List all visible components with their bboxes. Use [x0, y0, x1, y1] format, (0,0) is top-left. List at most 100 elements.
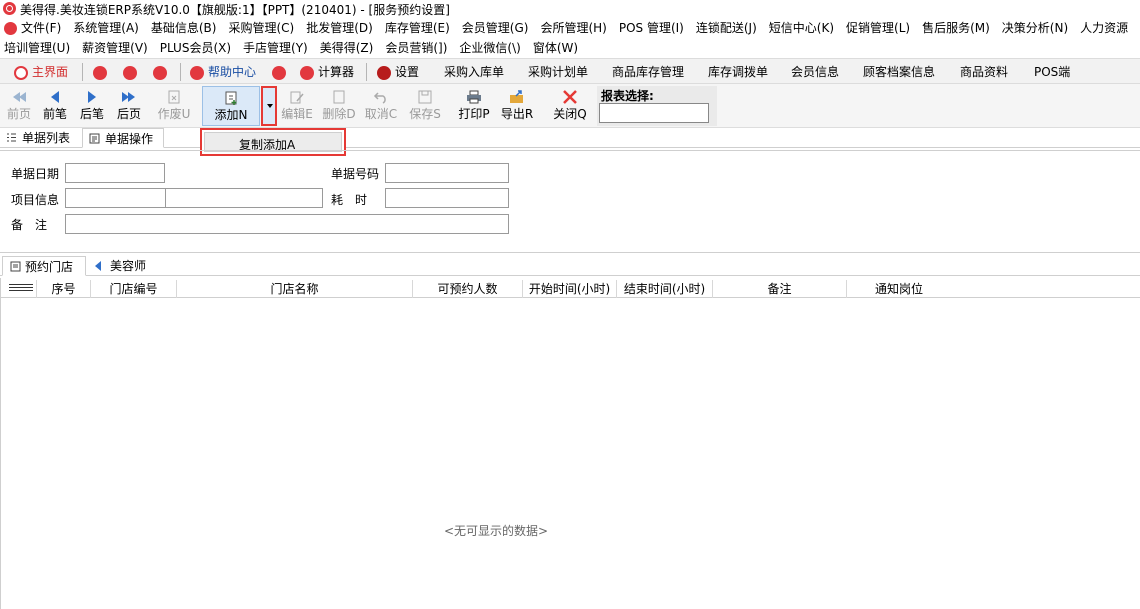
- menu-plus-member[interactable]: PLUS会员(X): [154, 38, 237, 58]
- menu-after-sales[interactable]: 售后服务(M): [916, 18, 996, 38]
- first-page-button[interactable]: 前页: [2, 86, 36, 126]
- last-page-icon: [122, 92, 135, 102]
- home-button[interactable]: [272, 62, 290, 82]
- number-label: 单据号码: [331, 167, 380, 181]
- store-grid: 序号 门店编号 门店名称 可预约人数 开始时间(小时) 结束时间(小时) 备注 …: [0, 278, 1140, 609]
- menu-distribution[interactable]: 连锁配送(J): [690, 18, 763, 38]
- main-tabs: 单据列表 单据操作: [0, 128, 1140, 148]
- col-remark[interactable]: 备注: [713, 280, 847, 298]
- report-select-input[interactable]: [599, 103, 709, 123]
- menu-bar: 文件(F) 系统管理(A) 基础信息(B) 采购管理(C) 批发管理(D) 库存管理(E)…: [0, 18, 1140, 58]
- tab-beautician[interactable]: 美容师: [88, 256, 154, 276]
- close-icon: [563, 90, 577, 104]
- row-selector-header[interactable]: [1, 280, 37, 298]
- last-page-button[interactable]: 后页: [112, 86, 146, 126]
- separator: [366, 63, 367, 81]
- vip-button[interactable]: [153, 62, 171, 82]
- remark-field[interactable]: [65, 214, 509, 234]
- menu-hr[interactable]: 人力资源: [1074, 18, 1134, 38]
- prev-icon: [51, 91, 59, 103]
- menu-file[interactable]: 文件(F): [19, 18, 67, 38]
- date-field[interactable]: [65, 163, 165, 183]
- lock-button[interactable]: [93, 62, 111, 82]
- menu-decision[interactable]: 决策分析(N): [996, 18, 1074, 38]
- date-label: 单据日期: [11, 167, 60, 181]
- main-screen-button[interactable]: 主界面: [14, 62, 68, 82]
- separator: [180, 63, 181, 81]
- menu-wholesale[interactable]: 批发管理(D): [300, 18, 379, 38]
- member-info-button[interactable]: 会员信息: [791, 62, 839, 82]
- empty-grid-message: <无可显示的数据>: [443, 524, 549, 538]
- menu-window[interactable]: 窗体(W): [527, 38, 584, 58]
- cancel-button[interactable]: 取消C: [364, 86, 398, 126]
- settings-button[interactable]: 设置: [377, 62, 419, 82]
- menu-member-marketing[interactable]: 会员营销(]): [379, 38, 453, 58]
- export-button[interactable]: 导出R: [499, 86, 535, 126]
- toolbar: 前页 前笔 后笔 后页 作废U 添加N 编辑E 删除D 取消C 保存S 打印P: [0, 84, 1140, 128]
- menu-inventory[interactable]: 库存管理(E): [379, 18, 456, 38]
- menu-pos[interactable]: POS 管理(I): [613, 18, 690, 38]
- calculator-button[interactable]: 计算器: [300, 62, 354, 82]
- customer-profile-button[interactable]: 顾客档案信息: [863, 62, 935, 82]
- help-center-button[interactable]: 帮助中心: [190, 62, 256, 82]
- prev-record-button[interactable]: 前笔: [38, 86, 72, 126]
- menu-member[interactable]: 会员管理(G): [456, 18, 535, 38]
- void-document-icon: [168, 90, 180, 104]
- lock-icon: [93, 65, 107, 80]
- duration-field[interactable]: [385, 188, 509, 208]
- menu-system[interactable]: 系统管理(A): [67, 18, 145, 38]
- stock-transfer-button[interactable]: 库存调拨单: [708, 62, 768, 82]
- list-icon: [7, 133, 16, 142]
- title-bar: 美得得.美妆连锁ERP系统V10.0【旗舰版:1】【PPT】(210401) -…: [0, 0, 1140, 18]
- grid-header: 序号 门店编号 门店名称 可预约人数 开始时间(小时) 结束时间(小时) 备注 …: [1, 280, 1140, 298]
- print-button[interactable]: 打印P: [456, 86, 492, 126]
- purchase-plan-button[interactable]: 采购计划单: [528, 62, 588, 82]
- close-button[interactable]: 关闭Q: [552, 86, 588, 126]
- col-capacity[interactable]: 可预约人数: [413, 280, 523, 298]
- home-icon: [272, 65, 286, 80]
- arrow-left-icon: [95, 261, 101, 271]
- col-notify-role[interactable]: 通知岗位: [847, 280, 951, 298]
- purchase-in-button[interactable]: 采购入库单: [444, 62, 504, 82]
- menu-club[interactable]: 会所管理(H): [534, 18, 612, 38]
- pos-button[interactable]: POS端: [1034, 62, 1070, 82]
- menu-promotion[interactable]: 促销管理(L): [840, 18, 916, 38]
- add-button[interactable]: 添加N: [202, 86, 260, 126]
- void-button[interactable]: 作废U: [154, 86, 194, 126]
- menu-payroll[interactable]: 薪资管理(V): [76, 38, 154, 58]
- menu-purchase[interactable]: 采购管理(C): [222, 18, 300, 38]
- menu-training[interactable]: 培训管理(U): [0, 38, 76, 58]
- product-info-button[interactable]: 商品资料: [960, 62, 1008, 82]
- project-name-field[interactable]: [165, 188, 323, 208]
- tab-booking-store[interactable]: 预约门店: [2, 256, 86, 276]
- menu-item-copy-add[interactable]: 复制添加A: [204, 132, 342, 152]
- delete-button[interactable]: 删除D: [322, 86, 356, 126]
- document-icon: [89, 133, 100, 144]
- edit-button[interactable]: 编辑E: [280, 86, 314, 126]
- file-menu-icon: [4, 22, 17, 35]
- save-button[interactable]: 保存S: [408, 86, 442, 126]
- col-end-time[interactable]: 结束时间(小时): [617, 280, 713, 298]
- tab-document-operation[interactable]: 单据操作: [82, 128, 164, 148]
- menu-shop[interactable]: 手店管理(Y): [237, 38, 314, 58]
- menu-wecom[interactable]: 企业微信(\): [453, 38, 526, 58]
- compass-icon: [14, 65, 28, 80]
- col-store-name[interactable]: 门店名称: [177, 280, 413, 298]
- menu-meidede[interactable]: 美得得(Z): [314, 38, 380, 58]
- project-code-field[interactable]: [65, 188, 166, 208]
- chat-button[interactable]: [123, 62, 141, 82]
- menu-sms[interactable]: 短信中心(K): [763, 18, 840, 38]
- stock-management-button[interactable]: 商品库存管理: [612, 62, 684, 82]
- col-index[interactable]: 序号: [37, 280, 91, 298]
- tab-document-list[interactable]: 单据列表: [0, 128, 80, 148]
- gear-icon: [377, 65, 391, 80]
- add-dropdown-button[interactable]: [261, 86, 277, 126]
- menu-basic-info[interactable]: 基础信息(B): [145, 18, 223, 38]
- undo-icon: [373, 92, 386, 104]
- first-page-icon: [13, 92, 26, 102]
- col-start-time[interactable]: 开始时间(小时): [523, 280, 617, 298]
- col-store-code[interactable]: 门店编号: [91, 280, 177, 298]
- next-record-button[interactable]: 后笔: [75, 86, 109, 126]
- edit-icon: [290, 91, 304, 104]
- number-field[interactable]: [385, 163, 509, 183]
